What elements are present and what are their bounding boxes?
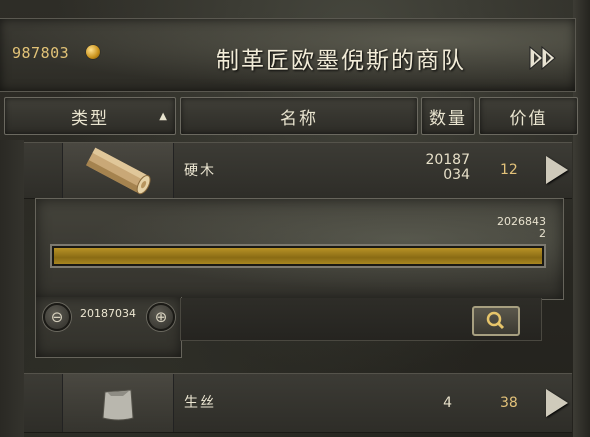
column-value-header[interactable]: 价值: [479, 97, 578, 135]
amount-slider[interactable]: [50, 244, 546, 268]
increase-button[interactable]: ⊕: [147, 303, 175, 331]
item-quantity-line2: 034: [443, 167, 470, 183]
plus-icon: ⊕: [154, 308, 168, 326]
silk-bag-icon: [102, 389, 134, 421]
minus-icon: ⊖: [50, 308, 64, 326]
item-value: 12: [500, 162, 518, 178]
column-name-header[interactable]: 名称: [180, 97, 418, 135]
total-price-line2: 2: [539, 227, 546, 240]
gold-coin-icon: [86, 45, 100, 59]
column-type-label: 类型: [71, 108, 109, 129]
fast-forward-button[interactable]: [527, 41, 563, 75]
item-quantity: 20187 034: [420, 153, 470, 183]
decrease-button[interactable]: ⊖: [43, 303, 71, 331]
item-thumbnail: [62, 143, 174, 198]
expand-arrow-icon[interactable]: [546, 389, 568, 417]
magnifier-icon: [486, 311, 505, 330]
column-quantity-label: 数量: [429, 108, 467, 129]
item-value: 38: [500, 395, 518, 411]
item-name: 生丝: [184, 395, 216, 411]
fast-forward-icon: [529, 45, 556, 71]
selected-amount: 20187034: [80, 307, 136, 320]
sort-ascending-icon: ▲: [159, 111, 169, 122]
gold-amount: 987803: [12, 44, 70, 62]
total-price: 2026843 2: [497, 216, 546, 240]
caravan-title: 制革匠欧墨倪斯的商队: [216, 48, 466, 74]
item-quantity: 4: [443, 395, 452, 411]
item-row-hardwood[interactable]: 硬木 20187 034 12: [24, 142, 572, 199]
column-type-header[interactable]: 类型 ▲: [4, 97, 176, 135]
column-name-label: 名称: [280, 108, 318, 129]
wood-log-icon: [85, 147, 151, 195]
item-thumbnail: [62, 374, 174, 432]
expand-arrow-icon[interactable]: [546, 156, 568, 184]
column-value-label: 价值: [509, 108, 548, 129]
item-name: 硬木: [184, 163, 216, 179]
item-row-raw-silk[interactable]: 生丝 4 38: [24, 373, 572, 433]
item-quantity-line1: 20187: [425, 152, 470, 168]
column-quantity-header[interactable]: 数量: [421, 97, 475, 135]
left-frame-rail: [0, 140, 24, 437]
amount-slider-fill: [54, 248, 542, 264]
search-button[interactable]: [472, 306, 520, 336]
